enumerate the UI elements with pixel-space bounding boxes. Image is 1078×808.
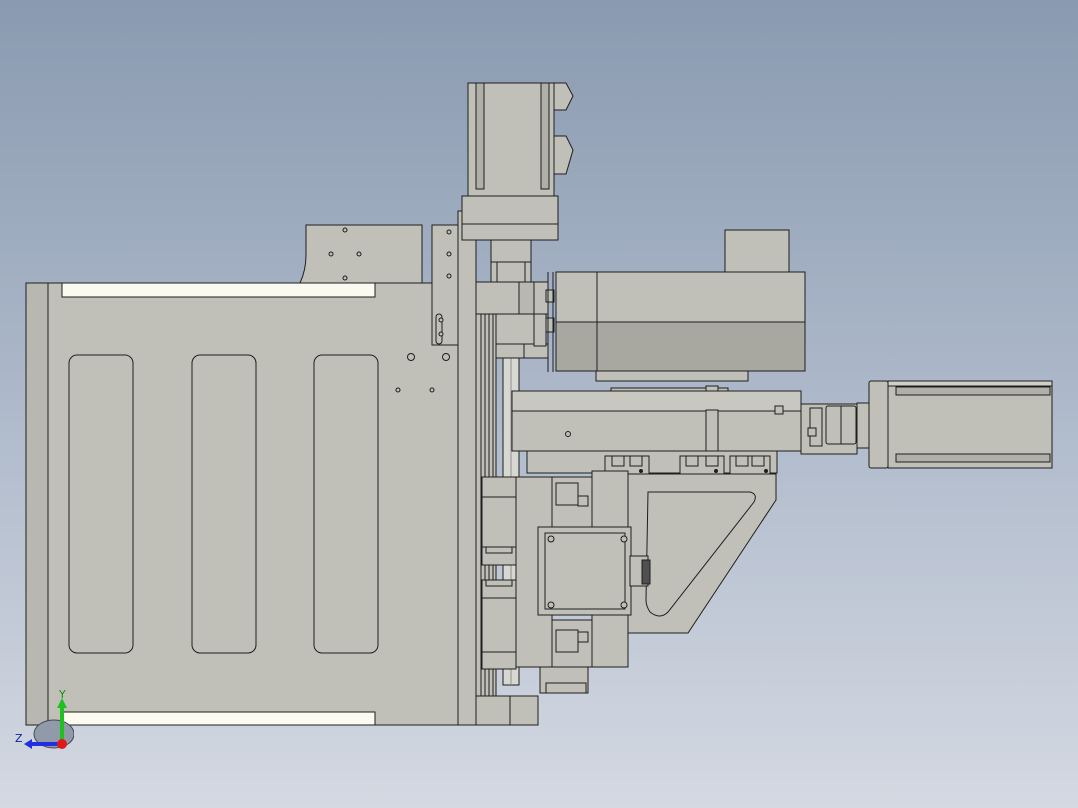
slotted-vertical-plate[interactable] (431, 224, 459, 346)
guide-blocks[interactable] (604, 455, 771, 475)
x-axis-dot (57, 739, 67, 749)
lower-carriage[interactable] (481, 470, 651, 694)
axis-servo-motor-right[interactable] (856, 380, 1053, 469)
vertical-servo-motor[interactable] (461, 82, 574, 241)
y-axis-label: Y (59, 688, 66, 701)
horizontal-servo-motor[interactable] (555, 229, 806, 382)
main-frame-plate[interactable] (25, 282, 469, 726)
cad-viewport[interactable]: Y Z (0, 0, 1078, 808)
assembly-model[interactable] (0, 0, 1078, 808)
z-axis-label: Z (15, 732, 23, 745)
